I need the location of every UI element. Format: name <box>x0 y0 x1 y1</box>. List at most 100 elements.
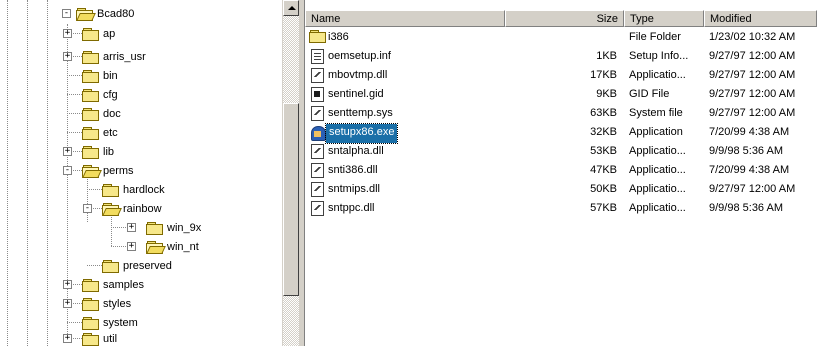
tree-item-preserved[interactable]: preserved <box>102 256 172 275</box>
column-header-modified[interactable]: Modified <box>704 10 817 27</box>
list-row-oemsetup[interactable]: oemsetup.inf 1KB Setup Info... 9/27/97 1… <box>305 47 817 66</box>
tree-item-ap[interactable]: + ap <box>63 24 115 43</box>
dll-icon <box>311 68 324 83</box>
tree-item-arris-usr[interactable]: + arris_usr <box>63 47 146 66</box>
scrollbar-thumb[interactable] <box>283 103 299 296</box>
expand-icon[interactable]: + <box>127 242 136 251</box>
file-list[interactable]: Name Size Type Modified i386 File Folder… <box>305 0 817 346</box>
collapse-icon[interactable]: - <box>62 9 71 18</box>
tree-item-hardlock[interactable]: hardlock <box>102 180 165 199</box>
file-size: 32KB <box>590 126 617 138</box>
tree-guide-line <box>27 0 28 346</box>
file-name: mbovtmp.dll <box>328 69 388 81</box>
expand-icon[interactable]: + <box>63 280 72 289</box>
tree-item-label: util <box>103 332 118 345</box>
folder-tree[interactable]: - Bcad80 + ap + arris_usr bin cfg doc et… <box>0 0 282 346</box>
tree-item-label: doc <box>103 107 121 120</box>
tree-item-rainbow[interactable]: - rainbow <box>83 199 162 218</box>
list-row-mbovtmp[interactable]: mbovtmp.dll 17KB Applicatio... 9/27/97 1… <box>305 66 817 85</box>
setup-info-icon <box>311 49 324 64</box>
folder-icon <box>82 145 99 159</box>
file-type: File Folder <box>629 31 681 43</box>
tree-vertical-scrollbar[interactable] <box>282 0 299 346</box>
list-row-sentinel-gid[interactable]: sentinel.gid 9KB GID File 9/27/97 12:00 … <box>305 85 817 104</box>
tree-item-styles[interactable]: + styles <box>63 294 131 313</box>
file-name: senttemp.sys <box>328 107 393 119</box>
tree-item-label: system <box>103 316 138 329</box>
dll-icon <box>311 182 324 197</box>
collapse-icon[interactable]: - <box>63 166 72 175</box>
dll-icon <box>311 163 324 178</box>
expand-icon[interactable]: + <box>63 334 72 343</box>
list-row-snti386[interactable]: snti386.dll 47KB Applicatio... 7/20/99 4… <box>305 161 817 180</box>
folder-icon <box>102 183 119 197</box>
open-folder-icon <box>102 202 122 216</box>
tree-item-label: hardlock <box>123 183 165 196</box>
file-size: 63KB <box>590 107 617 119</box>
expand-icon[interactable]: + <box>63 299 72 308</box>
file-size <box>505 28 617 47</box>
folder-icon <box>82 332 99 346</box>
column-header-type[interactable]: Type <box>624 10 704 27</box>
open-folder-icon <box>146 240 166 254</box>
file-modified: 1/23/02 10:32 AM <box>709 31 796 43</box>
expand-icon[interactable]: + <box>63 147 72 156</box>
file-type: Setup Info... <box>629 50 689 62</box>
expand-icon[interactable]: + <box>127 223 136 232</box>
tree-item-label: cfg <box>103 88 118 101</box>
scroll-up-button[interactable] <box>283 0 299 16</box>
tree-item-win-nt[interactable]: + win_nt <box>127 237 199 256</box>
folder-icon <box>82 69 99 83</box>
tree-guide-line <box>87 176 88 222</box>
tree-item-util[interactable]: + util <box>63 329 118 346</box>
list-row-sntalpha[interactable]: sntalpha.dll 53KB Applicatio... 9/9/98 5… <box>305 142 817 161</box>
list-row-i386[interactable]: i386 File Folder 1/23/02 10:32 AM <box>305 28 817 47</box>
file-modified: 9/27/97 12:00 AM <box>709 50 796 62</box>
file-name: sntmips.dll <box>328 183 380 195</box>
file-modified: 7/20/99 4:38 AM <box>709 164 790 176</box>
dll-icon <box>311 201 324 216</box>
file-modified: 9/27/97 12:00 AM <box>709 107 796 119</box>
tree-item-label: perms <box>103 164 134 177</box>
tree-branch <box>67 113 82 114</box>
file-name: snti386.dll <box>328 164 378 176</box>
tree-item-label: bin <box>103 69 118 82</box>
tree-guide-line <box>7 0 8 346</box>
file-name: setupx86.exe <box>324 123 399 144</box>
tree-item-doc[interactable]: doc <box>82 104 121 123</box>
folder-icon <box>82 27 99 41</box>
tree-item-cfg[interactable]: cfg <box>82 85 118 104</box>
tree-guide-line <box>67 24 68 338</box>
file-modified: 9/9/98 5:36 AM <box>709 145 783 157</box>
tree-item-lib[interactable]: + lib <box>63 142 115 161</box>
tree-item-label: arris_usr <box>103 50 146 63</box>
list-row-setupx86[interactable]: setupx86.exe 32KB Application 7/20/99 4:… <box>305 123 817 144</box>
tree-item-win-9x[interactable]: + win_9x <box>127 218 201 237</box>
column-header-name[interactable]: Name <box>305 10 505 27</box>
folder-icon <box>102 259 119 273</box>
tree-item-label: preserved <box>123 259 172 272</box>
list-row-senttemp[interactable]: senttemp.sys 63KB System file 9/27/97 12… <box>305 104 817 123</box>
tree-guide-line <box>111 214 112 246</box>
tree-item-bin[interactable]: bin <box>82 66 118 85</box>
expand-icon[interactable]: + <box>63 29 72 38</box>
tree-item-etc[interactable]: etc <box>82 123 118 142</box>
tree-item-label: win_nt <box>167 240 199 253</box>
collapse-icon[interactable]: - <box>83 204 92 213</box>
tree-item-samples[interactable]: + samples <box>63 275 144 294</box>
file-type: Applicatio... <box>629 145 686 157</box>
folder-icon <box>82 50 99 64</box>
tree-item-bcad80[interactable]: - Bcad80 <box>62 4 134 23</box>
expand-icon[interactable]: + <box>63 52 72 61</box>
arrow-up-icon <box>288 6 296 10</box>
list-row-sntmips[interactable]: sntmips.dll 50KB Applicatio... 9/27/97 1… <box>305 180 817 199</box>
file-size: 9KB <box>596 88 617 100</box>
column-header-size[interactable]: Size <box>505 10 624 27</box>
file-type: Application <box>629 126 683 138</box>
tree-item-perms[interactable]: - perms <box>63 161 134 180</box>
file-name: sntppc.dll <box>328 202 375 214</box>
tree-branch <box>67 322 82 323</box>
list-row-sntppc[interactable]: sntppc.dll 57KB Applicatio... 9/9/98 5:3… <box>305 199 817 218</box>
tree-item-label: lib <box>103 145 115 158</box>
tree-branch <box>111 246 126 247</box>
